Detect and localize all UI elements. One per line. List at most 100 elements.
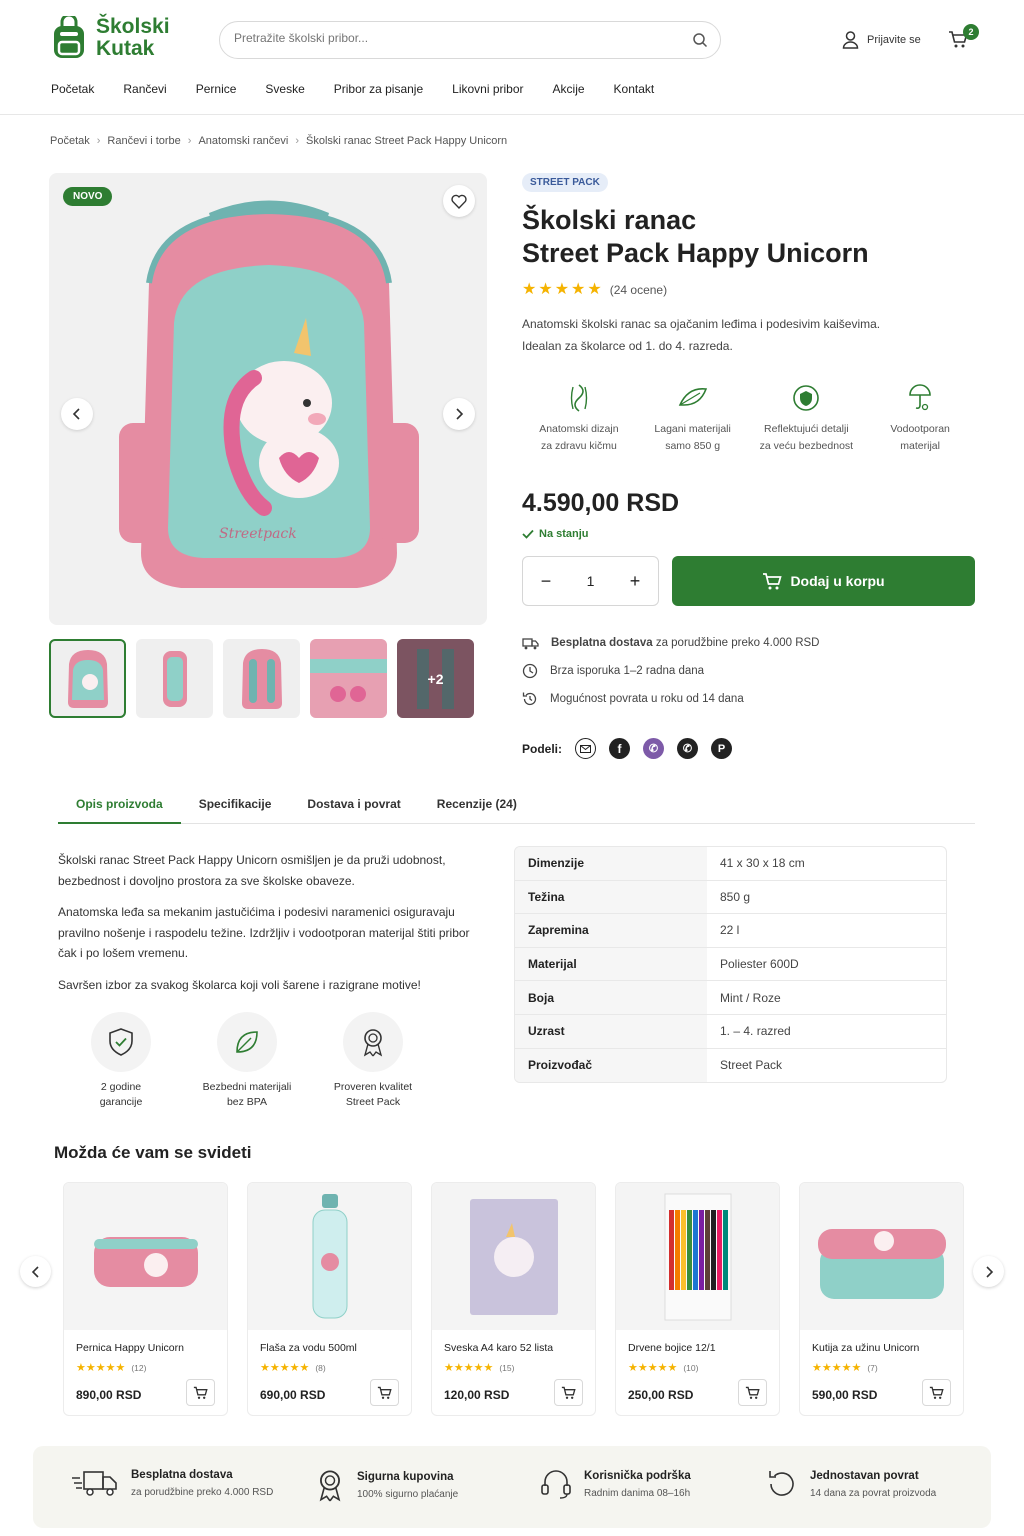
thumbnail-4[interactable] xyxy=(310,639,387,718)
decrease-button[interactable]: − xyxy=(541,571,552,592)
increase-button[interactable]: + xyxy=(630,571,641,592)
cart-icon xyxy=(763,572,783,589)
add-to-cart-button[interactable]: Dodaj u korpu xyxy=(672,556,975,606)
search-icon[interactable] xyxy=(692,32,708,48)
nav-item-akcije[interactable]: Akcije xyxy=(553,82,585,96)
card-add-to-cart-button[interactable] xyxy=(554,1379,583,1406)
breadcrumb-item[interactable]: Rančevi i torbe xyxy=(107,135,180,147)
chevron-right-icon xyxy=(456,408,464,420)
guarantee-line: bez BPA xyxy=(226,1096,268,1108)
product-title-line1: Školski ranac xyxy=(522,205,697,235)
login-label: Prijavite se xyxy=(867,34,921,46)
gallery-prev-button[interactable] xyxy=(61,398,93,430)
shipping-free-bold: Besplatna dostava xyxy=(551,637,653,649)
feature-line: Reflektujući detalji xyxy=(764,423,849,435)
nav-item-likovni[interactable]: Likovni pribor xyxy=(452,82,523,96)
spec-row: Materijal Poliester 600D xyxy=(515,947,946,982)
product-card-price: 590,00 RSD xyxy=(812,1388,878,1402)
product-rating[interactable]: ★ ★ ★ ★ ★ (24 ocene) xyxy=(522,282,977,298)
thumbnail-5[interactable]: +2 xyxy=(397,639,474,718)
tab-dostava[interactable]: Dostava i povrat xyxy=(289,797,418,824)
svg-text:Streetpack: Streetpack xyxy=(219,526,297,542)
breadcrumb: Početak › Rančevi i torbe › Anatomski ranč… xyxy=(50,135,507,147)
spec-value: 22 l xyxy=(720,923,740,938)
viber-share-icon[interactable]: ✆ xyxy=(643,738,665,759)
wishlist-button[interactable] xyxy=(443,185,475,217)
product-price: 4.590,00 RSD xyxy=(522,489,680,517)
search-input[interactable] xyxy=(234,31,674,45)
related-next-button[interactable] xyxy=(973,1256,1004,1287)
product-card[interactable]: Flaša za vodu 500ml ★★★★★ (8) 690,00 RSD xyxy=(247,1182,412,1416)
cart-button[interactable]: 2 xyxy=(948,24,979,49)
guarantee-line: 2 godine xyxy=(100,1081,142,1093)
spec-row: Dimenzije 41 x 30 x 18 cm xyxy=(515,847,946,881)
feature-item: Lagani materijali samo 850 g xyxy=(636,383,750,455)
nav-item-rancevi[interactable]: Rančevi xyxy=(123,82,166,96)
quantity-value[interactable]: 1 xyxy=(587,573,595,589)
breadcrumb-item[interactable]: Anatomski rančevi xyxy=(198,135,288,147)
logo-text-top: Školski xyxy=(96,15,170,38)
logo-text-bottom: Kutak xyxy=(96,37,155,60)
card-add-to-cart-button[interactable] xyxy=(738,1379,767,1406)
product-card-price: 690,00 RSD xyxy=(260,1388,326,1402)
product-card[interactable]: Pernica Happy Unicorn ★★★★★ (12) 890,00 R… xyxy=(63,1182,228,1416)
tab-specifikacije[interactable]: Specifikacije xyxy=(181,797,290,824)
trust-item: Besplatna dostava za porudžbine preko 4.0… xyxy=(71,1468,273,1498)
breadcrumb-item[interactable]: Početak xyxy=(50,135,90,147)
nav-item-pribor[interactable]: Pribor za pisanje xyxy=(334,82,423,96)
email-share-icon[interactable] xyxy=(575,738,597,759)
card-add-to-cart-button[interactable] xyxy=(186,1379,215,1406)
feather-icon xyxy=(678,388,707,406)
nav-item-sveske[interactable]: Sveske xyxy=(265,82,304,96)
card-add-to-cart-button[interactable] xyxy=(370,1379,399,1406)
star-icon: ★ xyxy=(554,281,570,298)
cart-icon xyxy=(193,1386,208,1399)
trust-bar: Besplatna dostava za porudžbine preko 4.0… xyxy=(33,1446,991,1528)
product-card[interactable]: Drvene bojice 12/1 ★★★★★ (10) 250,00 RSD xyxy=(615,1182,780,1416)
card-add-to-cart-button[interactable] xyxy=(922,1379,951,1406)
user-icon xyxy=(842,31,859,49)
colored-pencils-image xyxy=(664,1193,731,1320)
product-card[interactable]: Sveska A4 karo 52 lista ★★★★★ (15) 120,00… xyxy=(431,1182,596,1416)
product-card[interactable]: Kutija za užinu Unicorn ★★★★★ (7) 590,00 … xyxy=(799,1182,964,1416)
logo[interactable]: Školski Kutak xyxy=(50,16,170,60)
clock-icon xyxy=(522,663,538,679)
pencil-case-image xyxy=(93,1236,198,1287)
tab-opis[interactable]: Opis proizvoda xyxy=(58,797,181,824)
breadcrumb-separator: › xyxy=(187,135,192,147)
guarantee-item: Proveren kvalitet Street Pack xyxy=(310,1012,436,1110)
returns-text: Mogućnost povrata u roku od 14 dana xyxy=(550,693,744,705)
feature-line: Anatomski dizajn xyxy=(539,423,619,435)
tab-recenzije[interactable]: Recenzije (24) xyxy=(419,797,535,824)
feature-line: za veću bezbednost xyxy=(759,440,854,452)
thumbnail-2[interactable] xyxy=(136,639,213,718)
product-card-price: 120,00 RSD xyxy=(444,1388,510,1402)
thumbnail-3[interactable] xyxy=(223,639,300,718)
nav-item-pernice[interactable]: Pernice xyxy=(196,82,237,96)
thumbnail-1[interactable] xyxy=(49,639,126,718)
breadcrumb-separator: › xyxy=(96,135,101,147)
more-images-overlay[interactable]: +2 xyxy=(397,639,474,718)
feature-list: Anatomski dizajn za zdravu kičmu Lagani … xyxy=(522,383,977,455)
trust-subtitle: za porudžbine preko 4.000 RSD xyxy=(131,1486,274,1498)
nav-item-kontakt[interactable]: Kontakt xyxy=(614,82,655,96)
checkmark-icon xyxy=(522,529,534,539)
facebook-share-icon[interactable]: f xyxy=(609,738,631,759)
whatsapp-share-icon[interactable]: ✆ xyxy=(677,738,699,759)
spec-key: Boja xyxy=(515,981,707,1014)
trust-item: Jednostavan povrat 14 dana za povrat proi… xyxy=(766,1468,936,1500)
stock-label: Na stanju xyxy=(539,528,589,540)
product-card-name: Sveska A4 karo 52 lista xyxy=(444,1342,554,1354)
cart-icon xyxy=(929,1386,944,1399)
brand-chip[interactable]: STREET PACK xyxy=(522,173,608,192)
breadcrumb-separator: › xyxy=(295,135,300,147)
pinterest-share-icon[interactable]: P xyxy=(711,738,733,759)
product-card-name: Kutija za užinu Unicorn xyxy=(812,1342,920,1354)
nav-item-pocetak[interactable]: Početak xyxy=(51,82,94,96)
related-prev-button[interactable] xyxy=(20,1256,51,1287)
spec-key: Materijal xyxy=(515,947,707,981)
login-link[interactable]: Prijavite se xyxy=(842,31,921,49)
share-row: Podeli: f ✆ ✆ P xyxy=(522,738,733,759)
product-main-image[interactable]: Streetpack NOVO xyxy=(49,173,487,625)
gallery-next-button[interactable] xyxy=(443,398,475,430)
